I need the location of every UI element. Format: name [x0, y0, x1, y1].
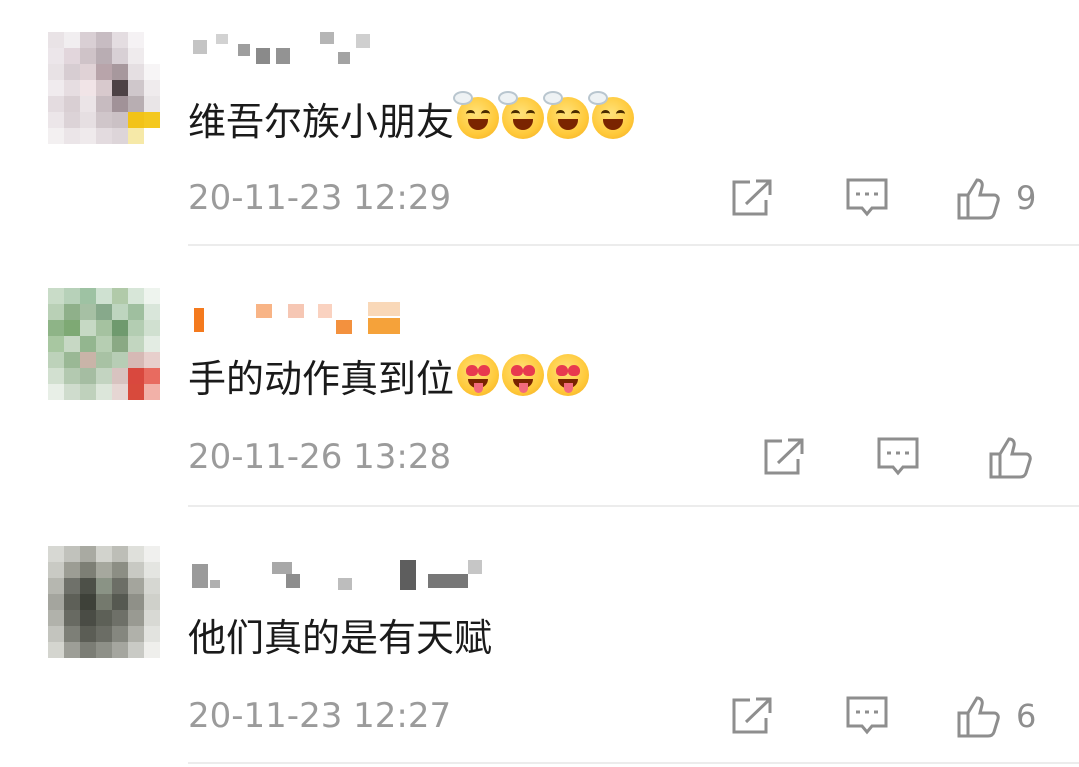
heart-eyes-tongue-icon [457, 354, 500, 396]
share-button[interactable] [762, 433, 806, 481]
comment-icon [846, 696, 888, 735]
like-count: 6 [1016, 697, 1037, 735]
comment-text-label: 维吾尔族小朋友 [188, 99, 455, 144]
reply-button[interactable] [876, 433, 920, 481]
timestamp: 20-11-26 13:28 [188, 437, 452, 477]
grinning-squint-icon [588, 91, 635, 139]
grinning-squint-icon [453, 91, 500, 139]
thumbs-up-icon [989, 437, 1032, 479]
comment-text-label: 手的动作真到位 [188, 356, 455, 401]
divider [188, 762, 1079, 764]
share-icon [732, 697, 772, 734]
reply-button[interactable] [845, 692, 889, 740]
timestamp: 20-11-23 12:27 [188, 696, 452, 736]
avatar[interactable] [48, 288, 160, 400]
avatar[interactable] [48, 32, 160, 144]
avatar[interactable] [48, 546, 160, 658]
share-icon [764, 438, 804, 475]
share-button[interactable] [730, 174, 774, 222]
like-button[interactable]: 9 [956, 174, 1036, 222]
timestamp: 20-11-23 12:29 [188, 178, 452, 218]
grinning-squint-icon [543, 91, 590, 139]
username-blurred[interactable] [188, 30, 408, 78]
like-button[interactable]: 6 [956, 692, 1036, 740]
reply-button[interactable] [845, 174, 889, 222]
username-blurred[interactable] [188, 296, 408, 344]
heart-eyes-tongue-icon [547, 354, 590, 396]
like-count: 9 [1016, 179, 1037, 217]
share-icon [732, 179, 772, 216]
divider [188, 505, 1079, 507]
comment-text: 维吾尔族小朋友 [188, 91, 635, 145]
comment-icon [877, 437, 919, 476]
comment-icon [846, 178, 888, 217]
comment-text: 他们真的是有天赋 [188, 607, 492, 661]
grinning-squint-icon [498, 91, 545, 139]
thumbs-up-icon [957, 696, 1000, 738]
comment-text-label: 他们真的是有天赋 [188, 615, 493, 660]
heart-eyes-tongue-icon [502, 354, 545, 396]
divider [188, 244, 1079, 246]
username-blurred[interactable] [188, 554, 482, 602]
like-button[interactable] [988, 433, 1034, 481]
comment-text: 手的动作真到位 [188, 348, 590, 402]
share-button[interactable] [730, 692, 774, 740]
thumbs-up-icon [957, 178, 1000, 220]
